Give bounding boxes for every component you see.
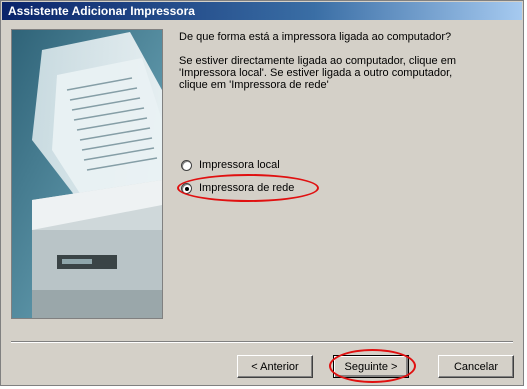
button-separator xyxy=(11,341,513,343)
wizard-window: Assistente Adicionar Impressora De que f… xyxy=(0,0,524,386)
title-bar[interactable]: Assistente Adicionar Impressora xyxy=(2,2,522,20)
cancel-button[interactable]: Cancelar xyxy=(438,355,514,378)
printer-illustration xyxy=(11,29,163,319)
radio-button-network[interactable] xyxy=(181,182,192,194)
radio-network-printer[interactable]: Impressora de rede xyxy=(181,180,294,196)
radio-label-local[interactable]: Impressora local xyxy=(199,159,280,171)
description-text: Se estiver directamente ligada ao comput… xyxy=(179,55,456,91)
question-text: De que forma está a impressora ligada ao… xyxy=(179,31,452,43)
next-button[interactable]: Seguinte > xyxy=(333,355,409,378)
printer-image-icon xyxy=(12,30,162,318)
radio-local-printer[interactable]: Impressora local xyxy=(181,157,280,173)
radio-label-network[interactable]: Impressora de rede xyxy=(199,182,294,194)
back-button[interactable]: < Anterior xyxy=(237,355,313,378)
window-title: Assistente Adicionar Impressora xyxy=(8,4,195,18)
radio-button-local[interactable] xyxy=(181,159,192,171)
